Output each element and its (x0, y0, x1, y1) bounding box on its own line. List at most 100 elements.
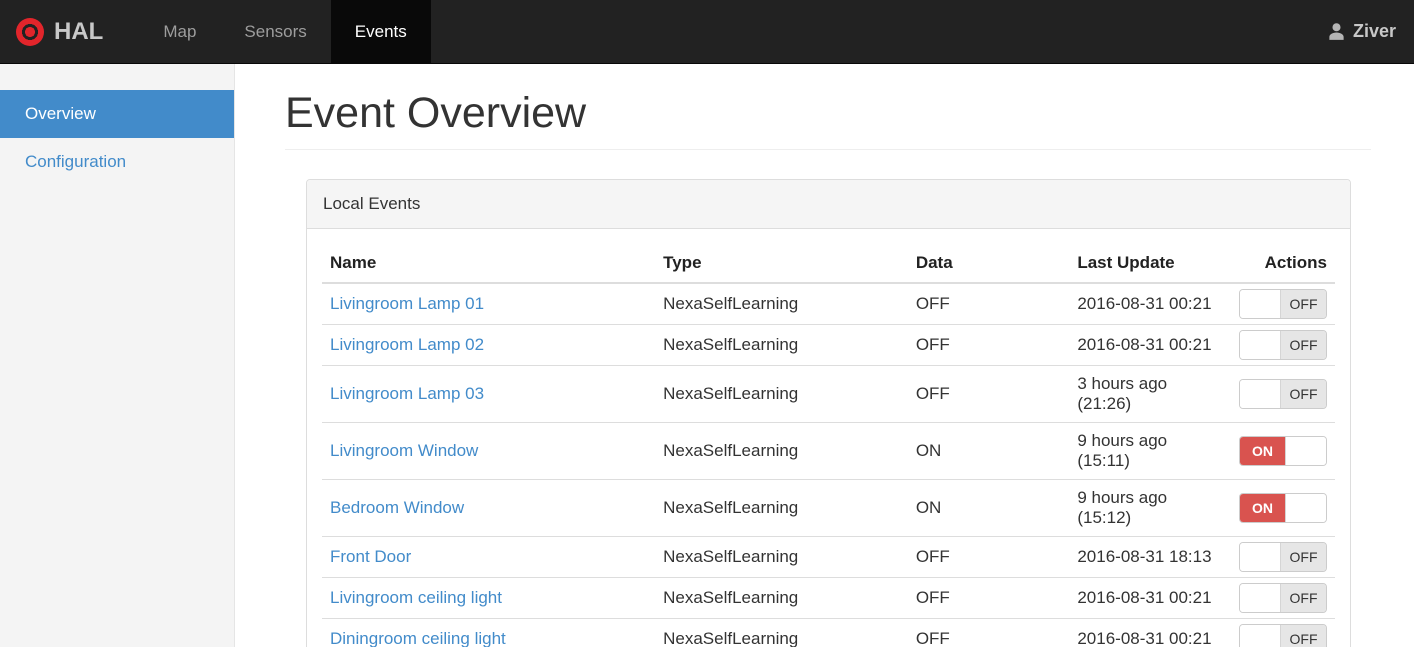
toggle-handle (1240, 380, 1280, 409)
event-name-cell: Bedroom Window (322, 479, 656, 538)
event-name-link[interactable]: Livingroom Lamp 01 (330, 294, 484, 313)
table-row: Livingroom Lamp 02 NexaSelfLearning OFF 201… (322, 324, 1335, 367)
panel-title: Local Events (307, 180, 1350, 230)
toggle-handle (1286, 494, 1326, 523)
event-name-link[interactable]: Livingroom Lamp 02 (330, 335, 484, 354)
toggle-handle (1286, 437, 1326, 466)
event-name-cell: Livingroom Lamp 03 (322, 365, 656, 424)
event-data: OFF (907, 283, 1070, 326)
event-name-cell: Livingroom ceiling light (322, 577, 656, 620)
event-actions-cell: ON (1230, 422, 1335, 481)
event-data: OFF (907, 365, 1070, 424)
nav-item-map[interactable]: Map (139, 0, 220, 63)
power-toggle[interactable]: OFF (1239, 330, 1327, 361)
event-type: NexaSelfLearning (655, 422, 908, 481)
event-type: NexaSelfLearning (655, 536, 908, 579)
event-type: NexaSelfLearning (655, 365, 908, 424)
user-name: Ziver (1352, 21, 1396, 41)
event-last-update: 2016-08-31 00:21 (1069, 324, 1231, 367)
table-row: Bedroom Window NexaSelfLearning ON 9 hours … (322, 479, 1335, 538)
event-name-link[interactable]: Livingroom ceiling light (330, 588, 502, 607)
event-type: NexaSelfLearning (655, 577, 908, 620)
event-last-update: 2016-08-31 00:21 (1069, 618, 1231, 647)
power-toggle[interactable]: OFF (1239, 379, 1327, 410)
event-actions-cell: OFF (1230, 536, 1335, 579)
event-data: OFF (907, 618, 1070, 647)
event-last-update: 3 hours ago (21:26) (1069, 365, 1231, 424)
event-actions-cell: OFF (1230, 618, 1335, 647)
events-table-body: Livingroom Lamp 01 NexaSelfLearning OFF 201… (322, 283, 1335, 647)
event-name-link[interactable]: Front Door (330, 547, 411, 566)
app-brand[interactable]: HAL (0, 0, 123, 63)
toggle-on-label: ON (1240, 437, 1286, 466)
event-type: NexaSelfLearning (655, 324, 908, 367)
event-last-update: 9 hours ago (15:11) (1069, 422, 1231, 481)
navbar: HAL Map Sensors Events Ziver (0, 0, 1414, 64)
event-data: OFF (907, 577, 1070, 620)
page-layout: Overview Configuration Event Overview Loc… (0, 64, 1414, 647)
column-header-type: Type (655, 244, 908, 285)
toggle-off-label: OFF (1280, 380, 1326, 409)
event-data: OFF (907, 536, 1070, 579)
event-name-cell: Livingroom Lamp 01 (322, 283, 656, 326)
event-last-update: 2016-08-31 00:21 (1069, 577, 1231, 620)
sidebar-item-configuration[interactable]: Configuration (0, 138, 234, 186)
column-header-last-update: Last Update (1069, 244, 1231, 285)
column-header-actions: Actions (1230, 244, 1335, 285)
column-header-name: Name (322, 244, 656, 285)
event-name-cell: Front Door (322, 536, 656, 579)
nav-item-sensors[interactable]: Sensors (220, 0, 330, 63)
event-type: NexaSelfLearning (655, 479, 908, 538)
sidebar: Overview Configuration (0, 64, 235, 647)
events-table-head: Name Type Data Last Update Actions (322, 244, 1335, 285)
event-actions-cell: OFF (1230, 577, 1335, 620)
toggle-off-label: OFF (1280, 331, 1326, 360)
toggle-off-label: OFF (1280, 290, 1326, 319)
event-name-link[interactable]: Diningroom ceiling light (330, 629, 506, 647)
event-data: OFF (907, 324, 1070, 367)
event-actions-cell: OFF (1230, 365, 1335, 424)
event-name-cell: Diningroom ceiling light (322, 618, 656, 647)
toggle-on-label: ON (1240, 494, 1286, 523)
main-content: Event Overview Local Events Name Type Data… (235, 64, 1414, 647)
power-toggle[interactable]: OFF (1239, 583, 1327, 614)
power-toggle[interactable]: OFF (1239, 624, 1327, 647)
event-last-update: 9 hours ago (15:12) (1069, 479, 1231, 538)
power-toggle[interactable]: ON (1239, 493, 1327, 524)
toggle-handle (1240, 625, 1280, 647)
power-toggle[interactable]: ON (1239, 436, 1327, 467)
table-row: Livingroom ceiling light NexaSelfLearning… (322, 577, 1335, 620)
page-header: Event Overview (285, 89, 1371, 151)
table-row: Front Door NexaSelfLearning OFF 2016-08-31 … (322, 536, 1335, 579)
toggle-handle (1240, 543, 1280, 572)
panel-body: Name Type Data Last Update Actions Livingroo… (307, 229, 1350, 647)
event-data: ON (907, 422, 1070, 481)
toggle-handle (1240, 584, 1280, 613)
page-title: Event Overview (285, 89, 587, 137)
column-header-data: Data (907, 244, 1070, 285)
event-name-link[interactable]: Livingroom Lamp 03 (330, 384, 484, 403)
event-actions-cell: OFF (1230, 324, 1335, 367)
hal-logo-icon (16, 17, 44, 46)
event-actions-cell: ON (1230, 479, 1335, 538)
user-menu[interactable]: Ziver (1309, 0, 1414, 63)
event-last-update: 2016-08-31 18:13 (1069, 536, 1231, 579)
local-events-panel: Local Events Name Type Data Last Update Acti… (306, 179, 1351, 647)
power-toggle[interactable]: OFF (1239, 542, 1327, 573)
event-name-cell: Livingroom Window (322, 422, 656, 481)
event-name-cell: Livingroom Lamp 02 (322, 324, 656, 367)
event-name-link[interactable]: Bedroom Window (330, 498, 464, 517)
toggle-off-label: OFF (1280, 584, 1326, 613)
nav-item-events[interactable]: Events (330, 0, 431, 63)
event-name-link[interactable]: Livingroom Window (330, 441, 478, 460)
toggle-handle (1240, 290, 1280, 319)
event-type: NexaSelfLearning (655, 283, 908, 326)
brand-label: HAL (54, 17, 104, 45)
power-toggle[interactable]: OFF (1239, 289, 1327, 320)
event-data: ON (907, 479, 1070, 538)
event-type: NexaSelfLearning (655, 618, 908, 647)
toggle-off-label: OFF (1280, 625, 1326, 647)
toggle-handle (1240, 331, 1280, 360)
table-row: Livingroom Lamp 03 NexaSelfLearning OFF 3 h… (322, 365, 1335, 424)
sidebar-item-overview[interactable]: Overview (0, 90, 234, 138)
